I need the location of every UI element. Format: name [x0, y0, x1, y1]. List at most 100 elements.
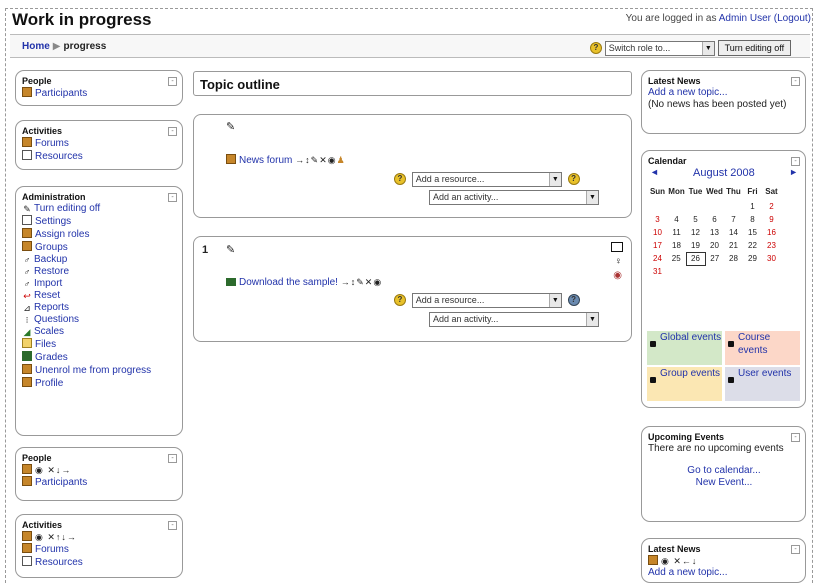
collapse-icon[interactable]: - — [168, 521, 177, 530]
calendar-day: 12 — [691, 228, 700, 237]
admin-restore[interactable]: Restore — [34, 266, 69, 277]
breadcrumb-home[interactable]: Home — [22, 41, 50, 52]
add-activity-select[interactable]: Add an activity... ▼ — [429, 190, 599, 205]
edit-summary-icon[interactable]: ✎ — [226, 120, 235, 133]
participants-link-2[interactable]: Participants — [35, 477, 87, 488]
hide-icon[interactable]: ◉ — [328, 155, 337, 165]
next-month-icon[interactable]: ► — [789, 167, 798, 177]
show-icon[interactable]: ◉ — [35, 532, 44, 542]
hide-eye-icon[interactable]: ◉ — [613, 270, 622, 281]
admin-questions[interactable]: Questions — [34, 314, 79, 325]
collapse-icon[interactable]: - — [791, 157, 800, 166]
admin-profile[interactable]: Profile — [35, 378, 63, 389]
edit-icon[interactable]: ✎ — [356, 277, 365, 287]
day-header: Fri — [747, 187, 758, 196]
resources-link[interactable]: Resources — [35, 151, 83, 162]
news-forum-link[interactable]: News forum — [239, 155, 292, 166]
calendar-day: 2 — [769, 202, 774, 211]
roles-icon[interactable] — [648, 555, 658, 565]
new-event-link[interactable]: New Event... — [696, 477, 753, 488]
download-link[interactable]: Download the sample! — [239, 277, 338, 288]
collapse-icon[interactable]: - — [168, 77, 177, 86]
collapse-icon[interactable]: - — [168, 127, 177, 136]
move-right-icon[interactable]: → — [67, 532, 77, 542]
collapse-icon[interactable]: - — [791, 545, 800, 554]
collapse-icon[interactable]: - — [168, 193, 177, 202]
calendar-today[interactable]: 26 — [685, 251, 706, 266]
highlight-bulb-icon[interactable]: ♀ — [615, 256, 623, 267]
add-topic-link-2[interactable]: Add a new topic... — [648, 567, 728, 578]
admin-settings[interactable]: Settings — [35, 216, 71, 227]
day-header: Sat — [765, 187, 778, 196]
move-right-icon[interactable]: → — [61, 465, 71, 475]
add-resource-select[interactable]: Add a resource... ▼ — [411, 172, 562, 187]
delete-icon[interactable]: ✕ — [673, 556, 682, 566]
admin-backup[interactable]: Backup — [34, 254, 67, 265]
calendar-day: 3 — [655, 215, 660, 224]
switch-role-select[interactable]: Switch role to... ▼ — [604, 41, 715, 56]
prev-month-icon[interactable]: ◄ — [650, 167, 659, 177]
move-down-icon[interactable]: ↓ — [692, 556, 698, 566]
hide-icon[interactable]: ◉ — [373, 277, 382, 287]
dropdown-arrow-icon: ▼ — [586, 191, 598, 204]
admin-unenrol[interactable]: Unenrol me from progress — [35, 365, 151, 376]
calendar-month[interactable]: August 2008 — [693, 167, 755, 179]
forum-icon — [226, 154, 236, 164]
forums-link[interactable]: Forums — [35, 138, 69, 149]
admin-assign-roles[interactable]: Assign roles — [35, 229, 89, 240]
admin-groups[interactable]: Groups — [35, 242, 68, 253]
legend-user[interactable]: User events — [725, 367, 800, 401]
admin-reports[interactable]: Reports — [34, 302, 69, 313]
collapse-icon[interactable]: - — [791, 77, 800, 86]
resources-link-2[interactable]: Resources — [35, 557, 83, 568]
calendar-day: 30 — [767, 254, 776, 263]
no-news-text: (No news has been posted yet) — [648, 99, 787, 110]
help-icon[interactable]: ? — [567, 294, 580, 307]
roles-icon[interactable] — [22, 464, 32, 474]
turn-editing-off-button[interactable]: Turn editing off — [717, 40, 792, 56]
forums-link-2[interactable]: Forums — [35, 544, 69, 555]
groups-icon[interactable]: ♟ — [337, 155, 346, 165]
show-icon[interactable]: ◉ — [661, 556, 670, 566]
delete-icon[interactable]: ✕ — [319, 155, 328, 165]
logout-link[interactable]: (Logout) — [774, 13, 811, 24]
collapse-icon[interactable]: - — [168, 454, 177, 463]
help-icon[interactable]: ? — [394, 294, 406, 307]
delete-icon[interactable]: ✕ — [47, 532, 56, 542]
help-icon[interactable]: ? — [567, 173, 580, 186]
add-resource-select[interactable]: Add a resource... ▼ — [411, 293, 562, 308]
edit-summary-icon[interactable]: ✎ — [226, 243, 235, 256]
activities2-title: Activities — [22, 520, 63, 530]
add-topic-link[interactable]: Add a new topic... — [648, 87, 728, 98]
help-icon[interactable]: ? — [590, 42, 602, 55]
calendar-day — [648, 200, 667, 213]
calendar-day — [705, 200, 724, 213]
participants-link[interactable]: Participants — [35, 88, 87, 99]
admin-grades[interactable]: Grades — [35, 352, 68, 363]
admin-files[interactable]: Files — [35, 339, 56, 350]
collapse-icon[interactable]: - — [791, 433, 800, 442]
move-right-icon[interactable]: → — [295, 155, 305, 165]
calendar-day: 24 — [653, 254, 662, 263]
admin-scales[interactable]: Scales — [34, 326, 64, 337]
dropdown-arrow-icon: ▼ — [701, 42, 714, 55]
legend-global[interactable]: Global events — [647, 331, 722, 365]
legend-course[interactable]: Course events — [725, 331, 800, 365]
user-link[interactable]: Admin User — [719, 13, 771, 24]
go-to-calendar-link[interactable]: Go to calendar... — [687, 465, 760, 476]
legend-group[interactable]: Group events — [647, 367, 722, 401]
show-only-topic-icon[interactable] — [611, 242, 623, 252]
add-activity-select[interactable]: Add an activity... ▼ — [429, 312, 599, 327]
delete-icon[interactable]: ✕ — [47, 465, 56, 475]
legend-global-label: Global events — [660, 332, 722, 343]
edit-icon[interactable]: ✎ — [311, 155, 320, 165]
show-icon[interactable]: ◉ — [35, 465, 44, 475]
move-left-icon[interactable]: ← — [682, 556, 692, 566]
move-right-icon[interactable]: → — [341, 277, 351, 287]
admin-reset[interactable]: Reset — [34, 290, 60, 301]
help-icon[interactable]: ? — [394, 173, 406, 186]
admin-import[interactable]: Import — [34, 278, 62, 289]
roles-icon[interactable] — [22, 531, 32, 541]
add-resource-row: ? Add a resource... ▼ ? — [394, 172, 580, 187]
admin-turn-editing-off[interactable]: Turn editing off — [34, 203, 100, 214]
